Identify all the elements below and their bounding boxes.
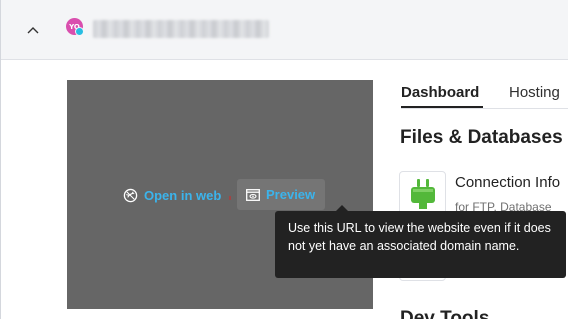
- preview-label: Preview: [266, 187, 316, 202]
- plug-icon: [410, 178, 435, 209]
- tab-bar: Dashboard Hosting: [401, 80, 568, 110]
- section-title: Files & Databases: [400, 127, 563, 148]
- avatar: YO: [66, 18, 84, 36]
- collapse-button[interactable]: [23, 20, 43, 40]
- globe-icon: [123, 188, 138, 202]
- preview-tooltip: Use this URL to view the website even if…: [275, 205, 566, 278]
- chevron-up-icon: [27, 27, 39, 34]
- open-in-web-link[interactable]: Open in web: [123, 183, 221, 207]
- tab-hosting[interactable]: Hosting: [509, 84, 560, 101]
- open-in-web-label: Open in web: [144, 187, 222, 203]
- preview-window-icon: [246, 188, 260, 201]
- blurred-domain-name: [93, 20, 269, 38]
- preview-button[interactable]: Preview: [237, 179, 325, 210]
- separator-mark: [229, 196, 231, 200]
- subscription-header: YO: [1, 0, 568, 60]
- next-section-title: Dev Tools: [400, 308, 490, 319]
- tool-title: Connection Info: [455, 174, 561, 191]
- tab-dashboard[interactable]: Dashboard: [401, 84, 479, 101]
- tabs-divider: [401, 108, 568, 109]
